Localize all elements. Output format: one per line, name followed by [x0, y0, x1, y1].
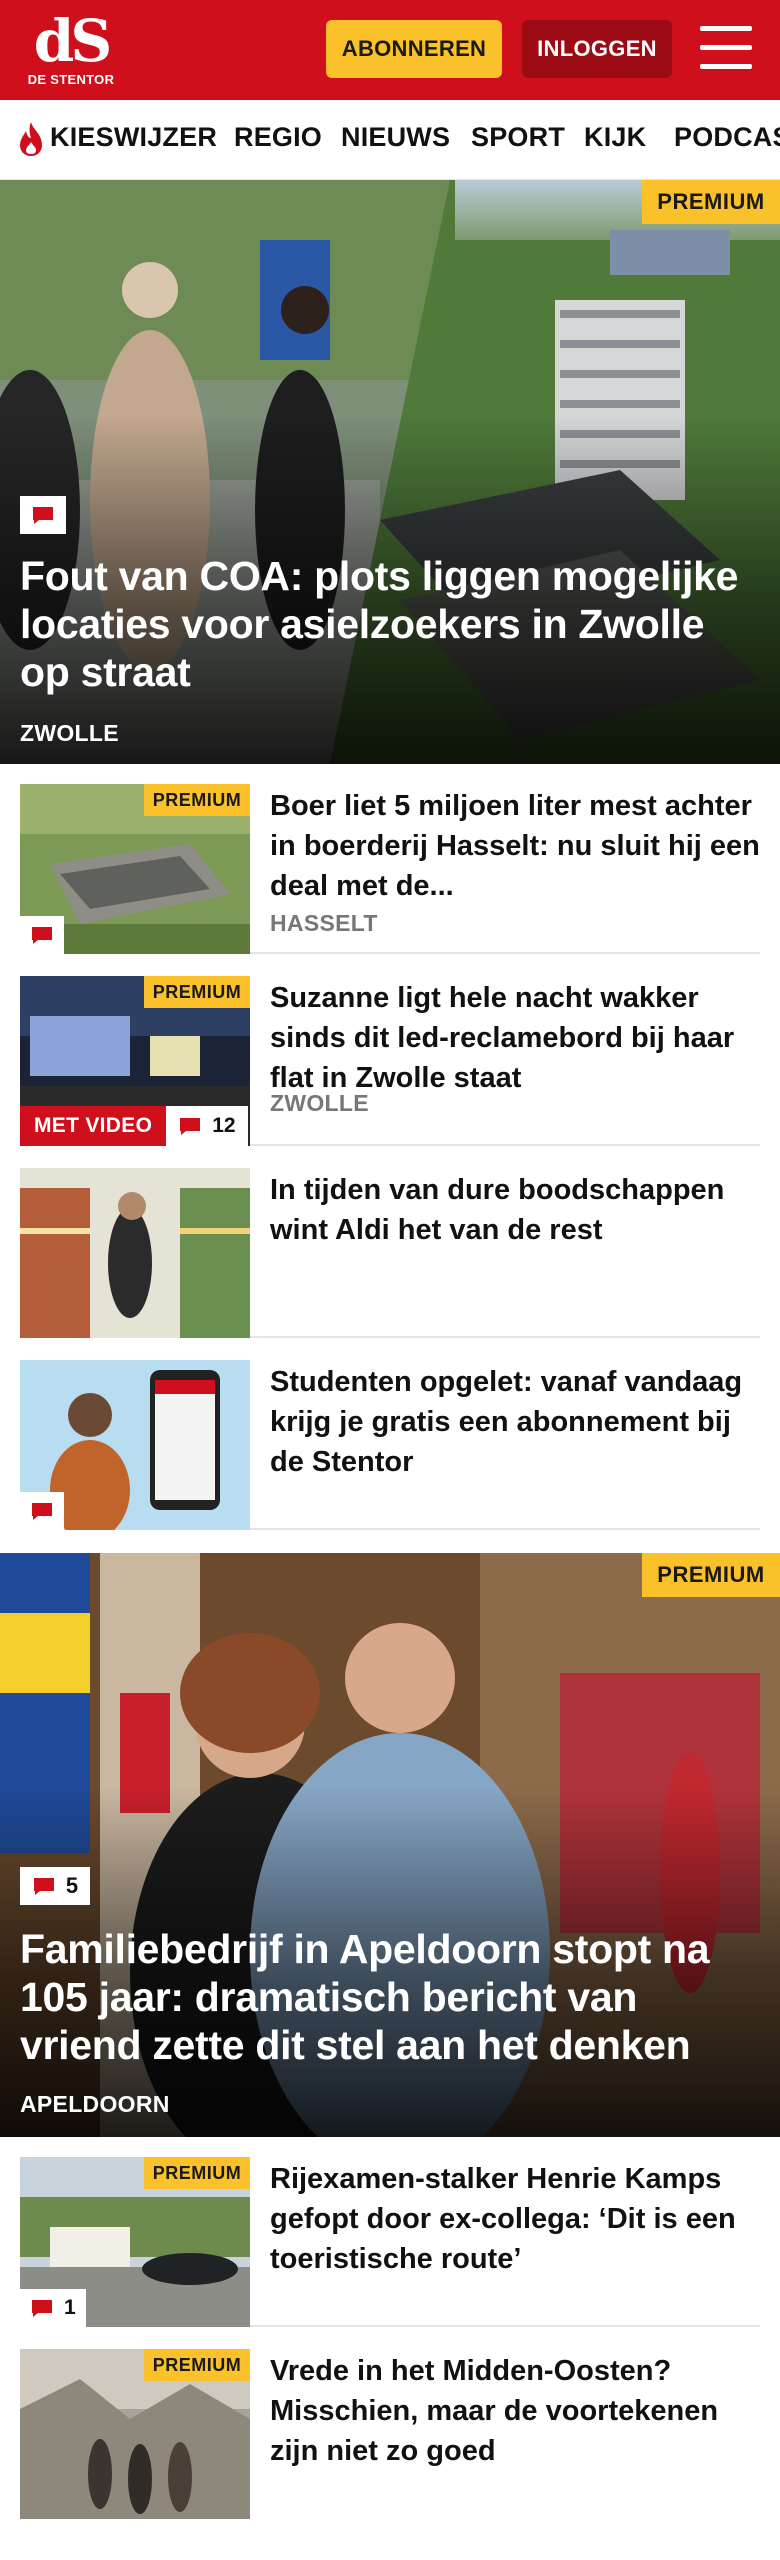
premium-badge: PREMIUM [144, 784, 250, 816]
comment-icon [33, 507, 53, 524]
article-row-studenten[interactable]: Studenten opgelet: vanaf vandaag krijg j… [20, 1340, 760, 1530]
login-button[interactable]: INLOGGEN [522, 20, 672, 78]
comment-badge: 1 [20, 2289, 86, 2327]
hero-title[interactable]: Fout van COA: plots liggen mogelijke loc… [20, 552, 740, 696]
article-thumbnail [20, 1168, 250, 1338]
article-title[interactable]: Boer liet 5 miljoen liter mest achter in… [270, 786, 760, 906]
article-row-aldi[interactable]: In tijden van dure boodschappen wint Ald… [20, 1148, 760, 1338]
article-title[interactable]: Vrede in het Midden-Oosten? Misschien, m… [270, 2351, 760, 2471]
article-row-midden-oosten[interactable]: PREMIUM Vrede in het Midden-Oosten? Miss… [20, 2329, 760, 2519]
article-tag: ZWOLLE [270, 1090, 369, 1116]
article-title[interactable]: In tijden van dure boodschappen wint Ald… [270, 1170, 760, 1250]
comment-icon [33, 1878, 54, 1895]
nav-item-regio[interactable]: REGIO [234, 122, 322, 153]
site-header: dS DE STENTOR ABONNEREN INLOGGEN [0, 0, 780, 100]
article-thumbnail: PREMIUM 1 [20, 2157, 250, 2327]
comment-badge [20, 496, 66, 534]
hero-tag: APELDOORN [20, 2091, 170, 2117]
comment-badge [20, 916, 64, 954]
premium-badge: PREMIUM [144, 976, 250, 1008]
article-title[interactable]: Rijexamen-stalker Henrie Kamps gefopt do… [270, 2159, 760, 2279]
flame-icon [20, 122, 42, 156]
comment-badge [20, 1492, 64, 1530]
comment-count: 5 [65, 1873, 79, 1898]
premium-badge: PREMIUM [144, 2349, 250, 2381]
subscribe-button[interactable]: ABONNEREN [326, 20, 502, 78]
article-title[interactable]: Studenten opgelet: vanaf vandaag krijg j… [270, 1362, 760, 1482]
article-thumbnail: PREMIUM [20, 784, 250, 954]
site-logo[interactable]: dS DE STENTOR [26, 12, 116, 90]
article-tag: HASSELT [270, 910, 378, 936]
nav-item-kijk[interactable]: KIJK [584, 122, 646, 153]
article-thumbnail [20, 1360, 250, 1530]
logo-text: DE STENTOR [27, 72, 115, 87]
article-thumbnail: PREMIUM MET VIDEO 12 [20, 976, 250, 1146]
premium-badge: PREMIUM [144, 2157, 250, 2189]
nav-item-nieuws[interactable]: NIEUWS [341, 122, 450, 153]
logo-mark: dS [33, 7, 112, 75]
comment-count: 1 [64, 2296, 76, 2319]
nav-item-sport[interactable]: SPORT [471, 122, 565, 153]
comment-count: 12 [212, 1114, 236, 1137]
nav-item-podcast[interactable]: PODCAS [674, 122, 780, 153]
hero-article-coa[interactable]: PREMIUM Fout van COA: plots liggen mogel… [0, 180, 780, 764]
hero-article-familiebedrijf[interactable]: PREMIUM 5 Familiebedrijf in Apeldoorn st… [0, 1553, 780, 2137]
hero-tag: ZWOLLE [20, 720, 119, 746]
article-title[interactable]: Suzanne ligt hele nacht wakker sinds dit… [270, 978, 760, 1098]
premium-badge: PREMIUM [642, 180, 780, 224]
section-nav: KIESWIJZER REGIO NIEUWS SPORT KIJK PODCA… [0, 100, 780, 180]
comment-badge: 5 [20, 1867, 90, 1905]
article-row-rijexamen[interactable]: PREMIUM 1 Rijexamen-stalker Henrie Kamps… [20, 2137, 760, 2327]
video-badge: MET VIDEO 12 [20, 1106, 248, 1146]
hero-title[interactable]: Familiebedrijf in Apeldoorn stopt na 105… [20, 1925, 740, 2069]
menu-icon[interactable] [700, 26, 752, 72]
video-label: MET VIDEO [20, 1106, 167, 1146]
nav-item-kieswijzer[interactable]: KIESWIJZER [50, 122, 217, 153]
article-thumbnail: PREMIUM [20, 2349, 250, 2519]
comment-icon [180, 1118, 201, 1135]
comment-icon [32, 1503, 52, 1520]
article-row-mest[interactable]: PREMIUM Boer liet 5 miljoen liter mest a… [20, 764, 760, 954]
comment-count-badge: 12 [166, 1106, 248, 1146]
thumbnail-image [20, 1168, 250, 1338]
premium-badge: PREMIUM [642, 1553, 780, 1597]
article-row-ledbord[interactable]: PREMIUM MET VIDEO 12 Suzanne ligt hele n… [20, 956, 760, 1146]
comment-icon [32, 2300, 52, 2317]
comment-icon [32, 927, 52, 944]
